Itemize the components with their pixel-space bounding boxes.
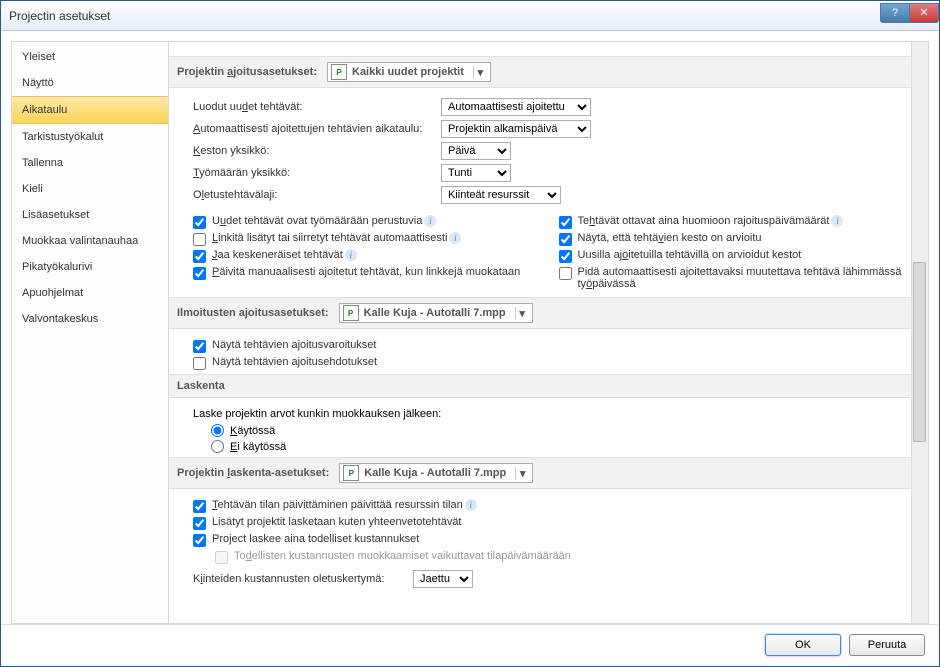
window-title: Projectin asetukset <box>9 9 881 23</box>
chevron-down-icon: ▾ <box>515 467 529 480</box>
info-icon[interactable]: i <box>831 215 843 227</box>
section-title: Ilmoitusten ajoitusasetukset: <box>177 307 329 319</box>
dialog-footer: OK Peruuta <box>1 624 939 666</box>
select-auto-aikataulu[interactable]: Projektin alkamispäivä <box>441 120 591 138</box>
main-panel: Projektin ajoitusasetukset: P Kaikki uud… <box>169 41 929 624</box>
select-tyomaaran-yksikko[interactable]: Tunti <box>441 164 511 182</box>
sidebar-item-kieli[interactable]: Kieli <box>12 176 168 202</box>
sidebar-item-tallenna[interactable]: Tallenna <box>12 150 168 176</box>
chk-lahimmassa-tyopaivassa[interactable] <box>559 267 572 280</box>
sidebar: Yleiset Näyttö Aikataulu Tarkistustyökal… <box>11 41 169 624</box>
dialog-body: Yleiset Näyttö Aikataulu Tarkistustyökal… <box>1 31 939 624</box>
notif-scope-select[interactable]: P Kalle Kuja - Autotalli 7.mpp ▾ <box>339 303 533 323</box>
label-tyomaaran-yksikko: Työmäärän yksikkö: <box>193 167 441 179</box>
section-title: Projektin laskenta-asetukset: <box>177 467 329 479</box>
project-icon: P <box>331 64 347 80</box>
chevron-down-icon: ▾ <box>515 307 529 320</box>
section-ilmoitusten: Ilmoitusten ajoitusasetukset: P Kalle Ku… <box>169 297 928 329</box>
chk-kesto-arvioitu[interactable] <box>559 233 572 246</box>
chk-rajoituspaivamaarat[interactable] <box>559 216 572 229</box>
label-oletustehtavalaji: Oletustehtävälaji: <box>193 189 441 201</box>
help-button[interactable]: ? <box>880 3 910 23</box>
chk-tyomaaraan-perustuvia[interactable] <box>193 216 206 229</box>
radio-kaytossa[interactable] <box>211 424 224 437</box>
window-buttons: ? ✕ <box>881 3 939 23</box>
sidebar-item-valvontakeskus[interactable]: Valvontakeskus <box>12 306 168 332</box>
chk-paivita-manuaalisesti[interactable] <box>193 267 206 280</box>
select-kiinteiden-kertyma[interactable]: Jaettu <box>413 570 473 588</box>
dialog-window: Projectin asetukset ? ✕ Yleiset Näyttö A… <box>0 0 940 667</box>
titlebar: Projectin asetukset ? ✕ <box>1 1 939 31</box>
section-laskenta-asetukset: Projektin laskenta-asetukset: P Kalle Ku… <box>169 457 928 489</box>
select-keston-yksikko[interactable]: Päivä <box>441 142 511 160</box>
label-keston-yksikko: Keston yksikkö: <box>193 145 441 157</box>
sidebar-item-lisaasetukset[interactable]: Lisäasetukset <box>12 202 168 228</box>
chk-arvioidut-kestot[interactable] <box>559 250 572 263</box>
info-icon[interactable]: i <box>465 499 477 511</box>
chk-jaa-keskeneraiset[interactable] <box>193 250 206 263</box>
project-scope-select[interactable]: P Kaikki uudet projektit ▾ <box>327 62 491 82</box>
close-button[interactable]: ✕ <box>909 3 939 23</box>
chk-paivittaa-resurssin[interactable] <box>193 500 206 513</box>
sidebar-item-apuohjelmat[interactable]: Apuohjelmat <box>12 280 168 306</box>
label-auto-aikataulu: Automaattisesti ajoitettujen tehtävien a… <box>193 123 441 135</box>
section-title: Laskenta <box>177 380 225 392</box>
info-icon[interactable]: i <box>345 249 357 261</box>
sidebar-item-valintanauha[interactable]: Muokkaa valintanauhaa <box>12 228 168 254</box>
chk-todellisten-muokkaamiset <box>215 551 228 564</box>
sidebar-item-aikataulu[interactable]: Aikataulu <box>12 96 168 124</box>
select-oletustehtavalaji[interactable]: Kiinteät resurssit <box>441 186 561 204</box>
section-laskenta: Laskenta <box>169 374 928 398</box>
sidebar-item-yleiset[interactable]: Yleiset <box>12 44 168 70</box>
checkbox-columns: Uudet tehtävät ovat työmäärään perustuvi… <box>183 212 914 293</box>
chk-linkita-lisatyt[interactable] <box>193 233 206 246</box>
calc-scope-select[interactable]: P Kalle Kuja - Autotalli 7.mpp ▾ <box>339 463 533 483</box>
scrollbar-thumb[interactable] <box>913 262 926 442</box>
info-icon[interactable]: i <box>449 232 461 244</box>
sidebar-item-naytto[interactable]: Näyttö <box>12 70 168 96</box>
select-uudet-tehtavat[interactable]: Automaattisesti ajoitettu <box>441 98 591 116</box>
scrollbar[interactable] <box>911 42 928 623</box>
sidebar-item-tarkistus[interactable]: Tarkistustyökalut <box>12 124 168 150</box>
section-ajoitusasetukset: Projektin ajoitusasetukset: P Kaikki uud… <box>169 56 928 88</box>
sidebar-item-pikatyokalurivi[interactable]: Pikatyökalurivi <box>12 254 168 280</box>
project-icon: P <box>343 465 359 481</box>
section-title: Projektin ajoitusasetukset: <box>177 66 317 78</box>
chk-lisatyt-projektit[interactable] <box>193 517 206 530</box>
chevron-down-icon: ▾ <box>473 66 487 79</box>
label-laske-arvot: Laske projektin arvot kunkin muokkauksen… <box>193 408 914 420</box>
ok-button[interactable]: OK <box>765 634 841 656</box>
chk-todelliset-kustannukset[interactable] <box>193 534 206 547</box>
project-icon: P <box>343 305 359 321</box>
chk-ajoitusvaroitukset[interactable] <box>193 340 206 353</box>
info-icon[interactable]: i <box>424 215 436 227</box>
radio-ei-kaytossa[interactable] <box>211 440 224 453</box>
cancel-button[interactable]: Peruuta <box>849 634 925 656</box>
label-kiinteiden-kertyma: Kiinteiden kustannusten oletuskertymä: <box>193 573 413 585</box>
chk-ajoitusehdotukset[interactable] <box>193 357 206 370</box>
label-uudet-tehtavat: Luodut uudet tehtävät: <box>193 101 441 113</box>
